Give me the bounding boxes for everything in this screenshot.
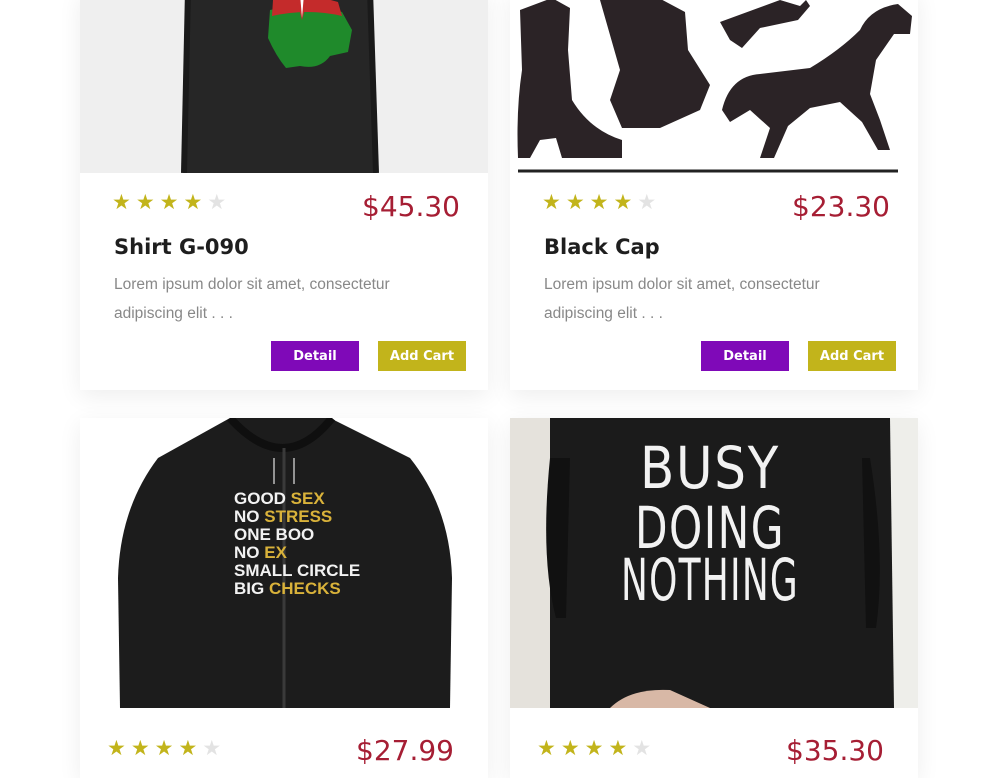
rating-stars: ★★★★★	[112, 190, 231, 215]
star-empty-icon: ★	[202, 737, 227, 760]
star-icon: ★	[112, 191, 136, 214]
product-image[interactable]	[80, 0, 488, 173]
shirt-text-line: ONE BOO	[234, 525, 314, 544]
star-icon: ★	[560, 737, 585, 760]
star-icon: ★	[159, 191, 184, 214]
shirt-text-line: SMALL CIRCLE	[234, 561, 360, 580]
rating-stars: ★★★★★	[107, 736, 226, 761]
product-card: GOOD SEX NO STRESS ONE BOO NO EX SMALL C…	[80, 418, 488, 778]
star-icon: ★	[183, 191, 208, 214]
product-card: ★★★★★ $45.30 Shirt G-090 Lorem ipsum dol…	[80, 0, 488, 390]
shirt-text-line: NO EX	[234, 543, 288, 562]
product-price: $35.30	[786, 734, 884, 767]
product-description: Lorem ipsum dolor sit amet, consectetur …	[114, 276, 390, 322]
detail-button[interactable]: Detail	[271, 341, 359, 371]
detail-button[interactable]: Detail	[701, 341, 789, 371]
add-cart-button[interactable]: Add Cart	[378, 341, 466, 371]
star-icon: ★	[608, 737, 633, 760]
shirt-text-line: NOTHING	[621, 546, 799, 614]
product-card: BUSY DOING NOTHING ★★★★★ $35.30	[510, 418, 918, 778]
shirt-text-line: BIG CHECKS	[234, 579, 341, 598]
star-icon: ★	[589, 191, 614, 214]
product-description: Lorem ipsum dolor sit amet, consectetur …	[544, 276, 820, 322]
shirt-text-line: GOOD SEX	[234, 489, 325, 508]
star-icon: ★	[613, 191, 638, 214]
shirt-text-line: BUSY	[640, 434, 780, 502]
product-price: $23.30	[792, 190, 890, 223]
star-icon: ★	[537, 737, 561, 760]
rating-stars: ★★★★★	[542, 190, 661, 215]
rating-stars: ★★★★★	[537, 736, 656, 761]
product-image[interactable]: GOOD SEX NO STRESS ONE BOO NO EX SMALL C…	[80, 418, 488, 708]
product-price: $45.30	[362, 190, 460, 223]
star-icon: ★	[584, 737, 609, 760]
star-icon: ★	[135, 191, 160, 214]
star-empty-icon: ★	[637, 191, 662, 214]
star-icon: ★	[178, 737, 203, 760]
star-icon: ★	[130, 737, 155, 760]
star-empty-icon: ★	[632, 737, 657, 760]
star-empty-icon: ★	[207, 191, 232, 214]
star-icon: ★	[542, 191, 566, 214]
add-cart-button[interactable]: Add Cart	[808, 341, 896, 371]
star-icon: ★	[154, 737, 179, 760]
product-title: Shirt G-090	[114, 235, 249, 259]
shirt-text-line: NO STRESS	[234, 507, 332, 526]
product-price: $27.99	[356, 734, 454, 767]
product-title: Black Cap	[544, 235, 660, 259]
star-icon: ★	[107, 737, 131, 760]
star-icon: ★	[565, 191, 590, 214]
product-image[interactable]	[510, 0, 918, 173]
product-image[interactable]: BUSY DOING NOTHING	[510, 418, 918, 708]
product-card: ★★★★★ $23.30 Black Cap Lorem ipsum dolor…	[510, 0, 918, 390]
